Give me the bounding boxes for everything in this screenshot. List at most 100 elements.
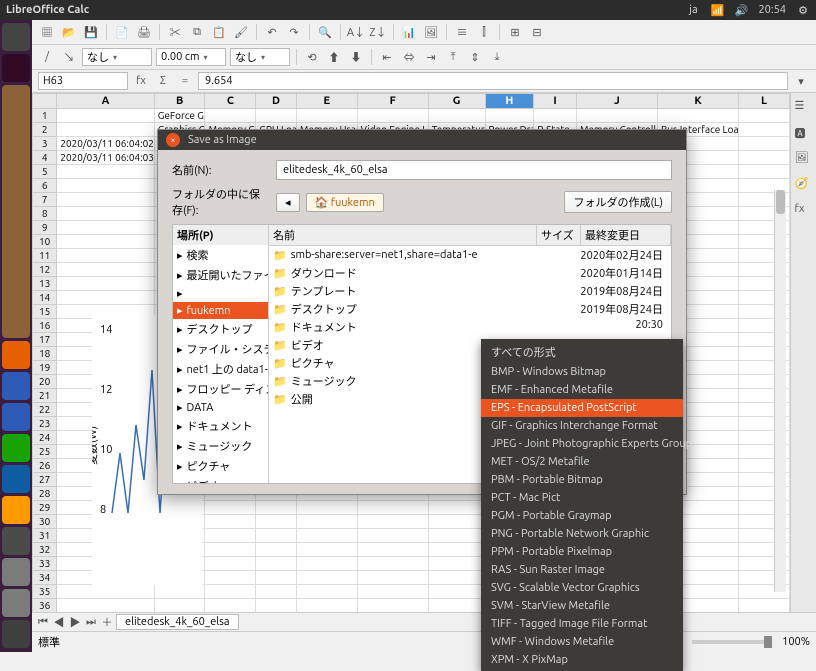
file-format-dropdown[interactable]: すべての形式BMP - Windows BitmapEMF - Enhanced… [481, 339, 683, 671]
cell[interactable] [296, 585, 357, 599]
row-header[interactable]: 3 [33, 137, 57, 151]
search-button[interactable]: 🔍 [316, 23, 334, 41]
format-option[interactable]: MET - OS/2 Metafile [481, 453, 683, 471]
cell[interactable]: 2020/03/11 06:04:02 [57, 137, 154, 151]
places-item[interactable]: ▸フロッピー ディスク [173, 379, 268, 399]
zoom-slider[interactable] [692, 640, 772, 644]
row-header[interactable]: 32 [33, 543, 57, 557]
row-header[interactable]: 1 [33, 109, 57, 123]
formula-input[interactable] [198, 72, 788, 90]
cell[interactable] [296, 599, 357, 613]
cell[interactable] [205, 109, 256, 123]
rotate-button[interactable]: ⟲ [303, 48, 321, 66]
line-style-combo[interactable]: なし [82, 48, 152, 66]
dash-icon[interactable] [2, 23, 30, 51]
firefox-icon[interactable] [2, 341, 30, 369]
row-header[interactable]: 4 [33, 151, 57, 165]
cell[interactable] [357, 557, 428, 571]
row-header[interactable]: 27 [33, 473, 57, 487]
cell[interactable] [256, 543, 297, 557]
row-header[interactable]: 22 [33, 403, 57, 417]
zoom-level[interactable]: 100% [782, 636, 810, 648]
format-option[interactable]: WMF - Windows Metafile [481, 633, 683, 651]
back-button[interactable]: ⬇ [347, 48, 365, 66]
add-sheet-button[interactable]: ＋ [100, 614, 114, 630]
close-icon[interactable]: × [166, 133, 180, 147]
chart-button[interactable]: 📊 [400, 23, 418, 41]
places-panel[interactable]: 場所(P)▸検索▸最近開いたファイ…▸▸fuukemn▸デスクトップ▸ファイル・… [173, 225, 269, 483]
breadcrumb[interactable]: 🏠 fuukemn [306, 193, 384, 212]
format-option[interactable]: SVG - Scalable Vector Graphics [481, 579, 683, 597]
cell[interactable] [739, 599, 790, 613]
save-button[interactable]: 💾 [82, 23, 100, 41]
vertical-scrollbar[interactable] [774, 190, 786, 592]
cell[interactable] [256, 501, 297, 515]
line-color-combo[interactable]: なし [230, 48, 290, 66]
cell[interactable] [57, 109, 154, 123]
places-item[interactable]: ▸デスクトップ [173, 319, 268, 339]
open-button[interactable]: 📂 [60, 23, 78, 41]
col-header[interactable]: C [205, 94, 256, 109]
system-settings-icon[interactable] [2, 558, 30, 586]
cell[interactable] [57, 277, 154, 291]
cell[interactable] [296, 557, 357, 571]
sort-desc-button[interactable]: Z↓ [369, 23, 387, 41]
cell[interactable] [534, 109, 577, 123]
col-header[interactable]: I [534, 94, 577, 109]
file-row[interactable]: 📁ダウンロード 2020年01月14日 [269, 264, 671, 282]
row-header[interactable]: 35 [33, 585, 57, 599]
col-modified[interactable]: 最終変更日 [581, 225, 671, 245]
col-size[interactable]: サイズ [537, 225, 581, 245]
cell[interactable] [256, 557, 297, 571]
files-icon[interactable] [2, 85, 30, 338]
cell[interactable] [57, 221, 154, 235]
cell[interactable] [256, 571, 297, 585]
cell[interactable] [296, 529, 357, 543]
cell[interactable] [205, 571, 256, 585]
file-row[interactable]: 📁smb-share:server=net1,share=data1-e 202… [269, 246, 671, 264]
row-header[interactable]: 21 [33, 389, 57, 403]
cell[interactable] [739, 123, 790, 137]
sidebar-gallery-icon[interactable]: 🖼 [795, 151, 813, 169]
row-header[interactable]: 9 [33, 221, 57, 235]
folder-back-button[interactable]: ◂ [276, 193, 300, 212]
format-option[interactable]: すべての形式 [481, 341, 683, 363]
col-header[interactable]: B [154, 94, 205, 109]
format-option[interactable]: PCT - Mac Pict [481, 489, 683, 507]
col-header[interactable]: J [576, 94, 657, 109]
cell[interactable] [154, 585, 205, 599]
paste-button[interactable]: 📋 [210, 23, 228, 41]
format-option[interactable]: SVM - StarView Metafile [481, 597, 683, 615]
cell[interactable] [428, 529, 485, 543]
format-option[interactable]: PPM - Portable Pixelmap [481, 543, 683, 561]
sidebar-navigator-icon[interactable]: 🧭 [795, 177, 813, 195]
file-row[interactable]: 📁デスクトップ 2019年08月24日 [269, 300, 671, 318]
cell[interactable] [357, 501, 428, 515]
cell[interactable] [739, 109, 790, 123]
row-header[interactable]: 10 [33, 235, 57, 249]
format-option[interactable]: RAS - Sun Raster Image [481, 561, 683, 579]
equals-button[interactable]: = [176, 72, 194, 90]
align-left-icon[interactable]: ⇤ [378, 48, 396, 66]
places-item[interactable]: ▸DATA [173, 399, 268, 416]
cell[interactable] [739, 151, 790, 165]
cell[interactable] [428, 109, 485, 123]
format-option[interactable]: TIFF - Tagged Image File Format [481, 615, 683, 633]
col-header[interactable]: F [357, 94, 428, 109]
row-button[interactable]: ≡ [453, 23, 471, 41]
cell[interactable] [57, 263, 154, 277]
cell[interactable] [357, 109, 428, 123]
copy-button[interactable]: ⧉ [188, 23, 206, 41]
cell-reference[interactable] [38, 72, 128, 90]
cell[interactable] [205, 543, 256, 557]
align-center-icon[interactable]: ⇔ [400, 48, 418, 66]
row-header[interactable]: 30 [33, 515, 57, 529]
row-header[interactable]: 12 [33, 263, 57, 277]
align-right-icon[interactable]: ⇥ [422, 48, 440, 66]
chromium-icon[interactable] [2, 372, 30, 400]
first-sheet-button[interactable]: ⏮ [36, 616, 50, 629]
file-row[interactable]: 📁テンプレート 2019年08月24日 [269, 282, 671, 300]
cell[interactable] [205, 599, 256, 613]
format-option[interactable]: EMF - Enhanced Metafile [481, 381, 683, 399]
format-option[interactable]: PBM - Portable Bitmap [481, 471, 683, 489]
